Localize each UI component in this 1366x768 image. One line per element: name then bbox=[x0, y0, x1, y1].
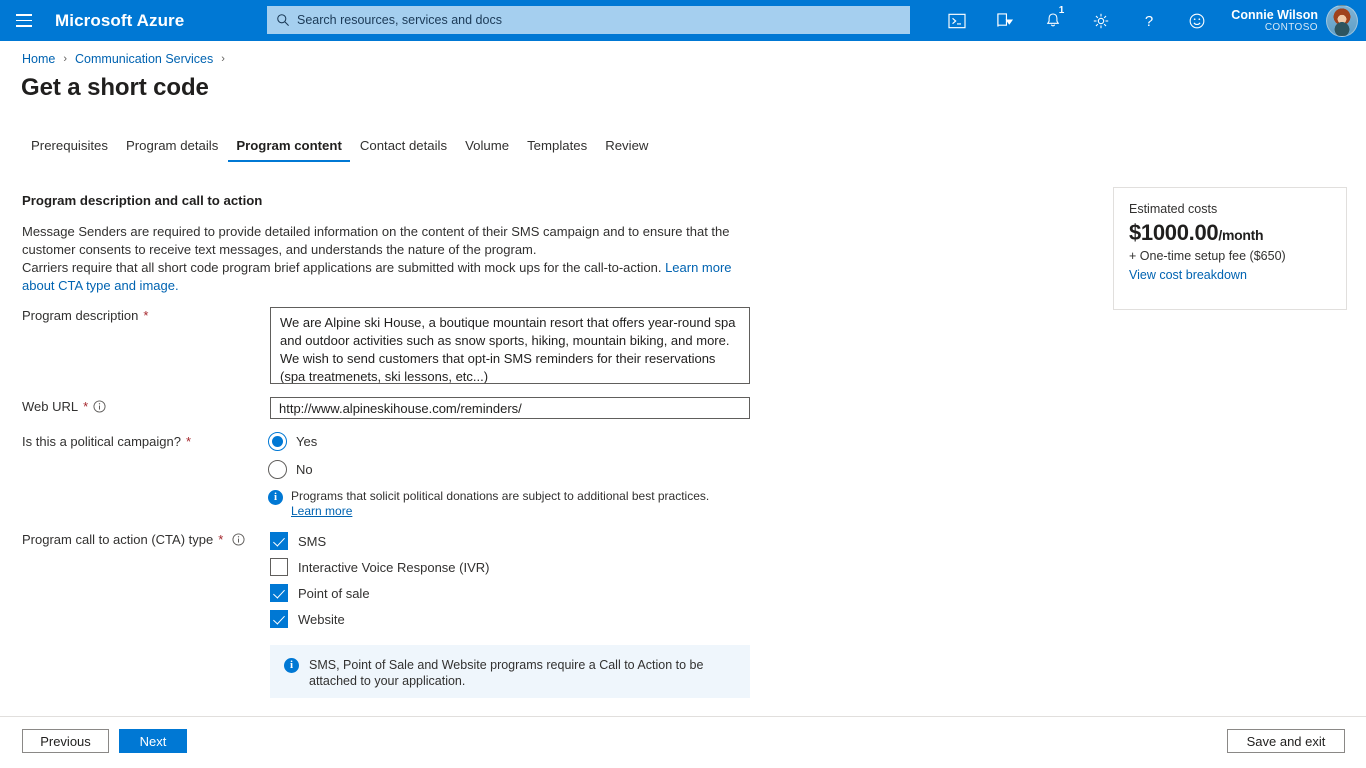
required-asterisk: * bbox=[186, 434, 191, 449]
program-description-label: Program description * bbox=[22, 308, 148, 323]
estimated-costs-title: Estimated costs bbox=[1129, 202, 1331, 216]
section-description-line2: Carriers require that all short code pro… bbox=[22, 260, 665, 275]
political-campaign-label: Is this a political campaign? * bbox=[22, 434, 191, 449]
save-and-exit-button[interactable]: Save and exit bbox=[1227, 729, 1345, 753]
settings-gear-icon[interactable] bbox=[1077, 0, 1125, 41]
cta-type-label-text: Program call to action (CTA) type bbox=[22, 532, 213, 547]
cta-checkbox-label-sms: SMS bbox=[298, 534, 326, 549]
breadcrumb-item-communication-services[interactable]: Communication Services bbox=[75, 52, 213, 66]
web-url-value: http://www.alpineskihouse.com/reminders/ bbox=[279, 401, 522, 416]
help-question-icon[interactable]: ? bbox=[1125, 0, 1173, 41]
cta-checkbox-ivr[interactable]: Interactive Voice Response (IVR) bbox=[270, 558, 489, 576]
hamburger-line bbox=[16, 20, 32, 22]
info-filled-icon: i bbox=[268, 490, 283, 505]
estimated-costs-card: Estimated costs $1000.00/month + One-tim… bbox=[1113, 187, 1347, 310]
previous-button[interactable]: Previous bbox=[22, 729, 109, 753]
user-name: Connie Wilson bbox=[1231, 8, 1318, 22]
political-campaign-radio-yes[interactable]: Yes bbox=[268, 432, 317, 451]
avatar[interactable] bbox=[1326, 5, 1358, 37]
radio-label-no: No bbox=[296, 462, 313, 477]
required-asterisk: * bbox=[143, 308, 148, 323]
political-campaign-note-text: Programs that solicit political donation… bbox=[291, 489, 736, 519]
checkbox-indicator[interactable] bbox=[270, 610, 288, 628]
program-description-value: We are Alpine ski House, a boutique moun… bbox=[280, 314, 740, 384]
breadcrumb: Home › Communication Services › bbox=[22, 50, 233, 68]
cta-checkbox-point-of-sale[interactable]: Point of sale bbox=[270, 584, 370, 602]
radio-label-yes: Yes bbox=[296, 434, 317, 449]
cta-checkbox-label-ivr: Interactive Voice Response (IVR) bbox=[298, 560, 489, 575]
breadcrumb-separator: › bbox=[221, 53, 225, 65]
footer-divider bbox=[0, 716, 1366, 717]
checkbox-indicator[interactable] bbox=[270, 558, 288, 576]
breadcrumb-item-home[interactable]: Home bbox=[22, 52, 55, 66]
brand-title[interactable]: Microsoft Azure bbox=[55, 11, 184, 31]
estimated-costs-amount: $1000.00 bbox=[1129, 220, 1218, 245]
next-button[interactable]: Next bbox=[119, 729, 187, 753]
info-circle-icon[interactable] bbox=[93, 400, 106, 413]
program-description-textarea[interactable]: We are Alpine ski House, a boutique moun… bbox=[270, 307, 750, 384]
estimated-costs-setup-fee: + One-time setup fee ($650) bbox=[1129, 249, 1331, 263]
svg-text:?: ? bbox=[1145, 13, 1153, 30]
search-input[interactable]: Search resources, services and docs bbox=[267, 6, 910, 34]
checkbox-indicator[interactable] bbox=[270, 584, 288, 602]
hamburger-line bbox=[16, 25, 32, 27]
tab-templates[interactable]: Templates bbox=[518, 138, 596, 162]
cta-checkbox-label-website: Website bbox=[298, 612, 345, 627]
feedback-smiley-icon[interactable] bbox=[1173, 0, 1221, 41]
section-description: Message Senders are required to provide … bbox=[22, 223, 752, 295]
radio-indicator[interactable] bbox=[268, 432, 287, 451]
required-asterisk: * bbox=[218, 532, 223, 547]
program-description-label-text: Program description bbox=[22, 308, 138, 323]
cta-checkbox-website[interactable]: Website bbox=[270, 610, 345, 628]
political-campaign-label-text: Is this a political campaign? bbox=[22, 434, 181, 449]
political-campaign-radio-no[interactable]: No bbox=[268, 460, 313, 479]
wizard-tabs: Prerequisites Program details Program co… bbox=[22, 138, 657, 162]
hamburger-line bbox=[16, 14, 32, 16]
tab-contact-details[interactable]: Contact details bbox=[351, 138, 456, 162]
user-account-menu[interactable]: Connie Wilson CONTOSO bbox=[1221, 0, 1366, 41]
directories-subscriptions-icon[interactable] bbox=[981, 0, 1029, 41]
radio-indicator[interactable] bbox=[268, 460, 287, 479]
web-url-label: Web URL * bbox=[22, 399, 106, 414]
required-asterisk: * bbox=[83, 399, 88, 414]
top-navigation-bar: Microsoft Azure Search resources, servic… bbox=[0, 0, 1366, 41]
section-title: Program description and call to action bbox=[22, 193, 262, 208]
political-note-learn-more-link[interactable]: Learn more bbox=[291, 504, 352, 518]
search-icon bbox=[276, 13, 290, 27]
cta-type-label: Program call to action (CTA) type * bbox=[22, 532, 245, 547]
view-cost-breakdown-link[interactable]: View cost breakdown bbox=[1129, 268, 1331, 282]
tab-program-content[interactable]: Program content bbox=[227, 138, 351, 162]
hamburger-icon[interactable] bbox=[0, 0, 48, 41]
notifications-bell-icon[interactable]: 1 bbox=[1029, 0, 1077, 41]
notification-badge-count: 1 bbox=[1059, 6, 1065, 16]
tab-volume[interactable]: Volume bbox=[456, 138, 518, 162]
cta-requirement-banner: i SMS, Point of Sale and Website program… bbox=[270, 645, 750, 698]
top-bar-icon-group: 1 ? bbox=[933, 0, 1366, 41]
breadcrumb-separator: › bbox=[63, 53, 67, 65]
cloud-shell-icon[interactable] bbox=[933, 0, 981, 41]
web-url-input[interactable]: http://www.alpineskihouse.com/reminders/ bbox=[270, 397, 750, 419]
checkbox-indicator[interactable] bbox=[270, 532, 288, 550]
cta-checkbox-sms[interactable]: SMS bbox=[270, 532, 326, 550]
info-circle-icon[interactable] bbox=[232, 533, 245, 546]
user-tenant: CONTOSO bbox=[1231, 22, 1318, 34]
political-campaign-info-note: i Programs that solicit political donati… bbox=[268, 489, 736, 519]
page-title: Get a short code bbox=[21, 74, 209, 102]
tab-prerequisites[interactable]: Prerequisites bbox=[22, 138, 117, 162]
tab-program-details[interactable]: Program details bbox=[117, 138, 227, 162]
cta-requirement-banner-text: SMS, Point of Sale and Website programs … bbox=[309, 657, 736, 689]
estimated-costs-amount-row: $1000.00/month bbox=[1129, 220, 1331, 246]
cta-checkbox-label-point-of-sale: Point of sale bbox=[298, 586, 370, 601]
web-url-label-text: Web URL bbox=[22, 399, 78, 414]
info-filled-icon: i bbox=[284, 658, 299, 673]
tab-review[interactable]: Review bbox=[596, 138, 657, 162]
section-description-line1: Message Senders are required to provide … bbox=[22, 224, 729, 257]
search-placeholder: Search resources, services and docs bbox=[297, 13, 502, 27]
political-note-body: Programs that solicit political donation… bbox=[291, 489, 709, 503]
estimated-costs-period: /month bbox=[1218, 227, 1263, 243]
